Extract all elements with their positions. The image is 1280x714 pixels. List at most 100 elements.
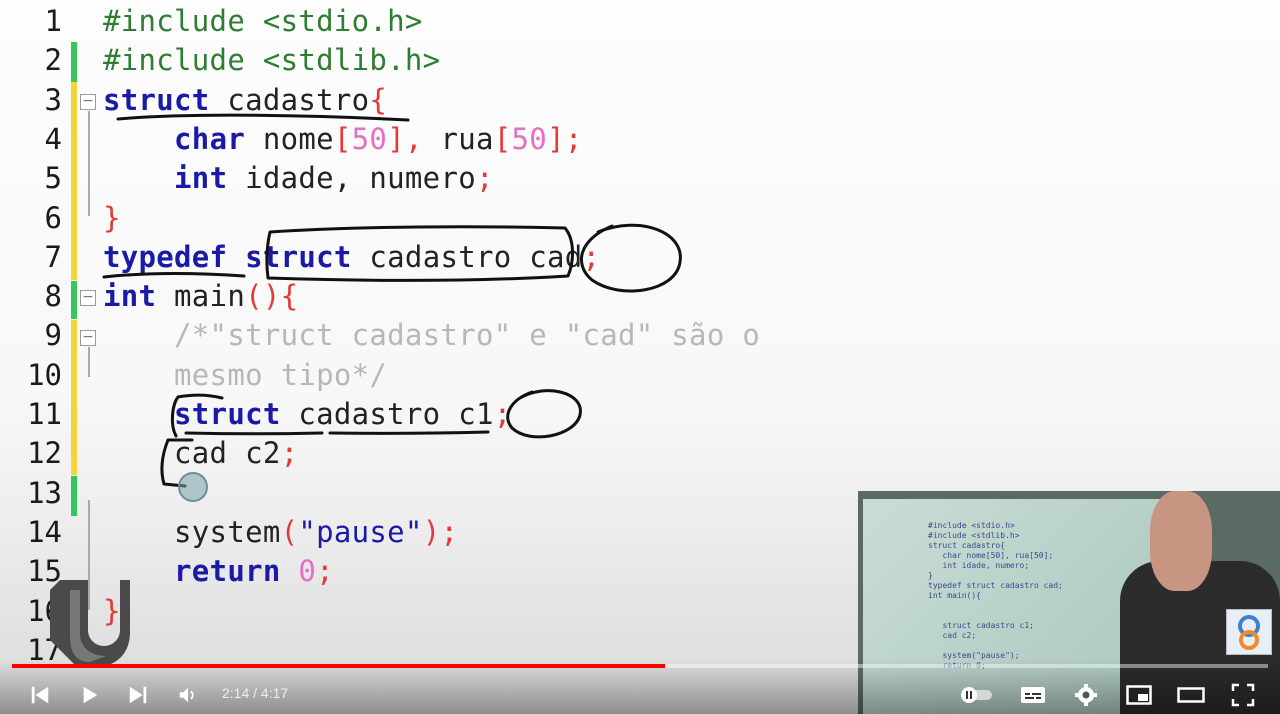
- instructor-head: [1150, 491, 1212, 591]
- changed-line-marker: [71, 320, 77, 475]
- code-token: {: [369, 82, 388, 117]
- code-token: int: [103, 279, 157, 314]
- code-token: ;: [316, 554, 334, 589]
- code-line: #include <stdlib.h>: [103, 43, 440, 77]
- previous-icon: [31, 686, 49, 704]
- code-line: }: [103, 201, 121, 235]
- code-token: main: [156, 279, 246, 314]
- changed-line-marker: [71, 82, 77, 280]
- code-token: ;: [493, 397, 512, 431]
- code-token: "pause": [298, 514, 423, 549]
- next-icon: [129, 686, 147, 704]
- code-token: typedef: [103, 239, 228, 274]
- code-token: );: [422, 514, 459, 549]
- code-line: struct cadastro{: [103, 83, 387, 117]
- subtitles-button[interactable]: [1018, 680, 1048, 710]
- underline-struct: [184, 431, 324, 436]
- previous-button[interactable]: [26, 680, 54, 710]
- progress-bar[interactable]: [12, 664, 1268, 668]
- line-number: 9: [44, 318, 62, 353]
- video-player[interactable]: 1 2 3 4 5 6 7 8 9 10 11 12 13 14 15 16 17 #include <stdi…: [0, 0, 1280, 714]
- code-token: struct: [245, 239, 352, 274]
- line-number: 2: [44, 43, 62, 78]
- code-token: #include <stdio.h>: [103, 4, 423, 38]
- code-token: [: [493, 121, 512, 156]
- underline-typedef: [102, 272, 246, 279]
- code-token: return: [174, 554, 281, 589]
- line-number: 8: [44, 279, 62, 314]
- changed-line-marker: [71, 281, 77, 319]
- board-code: #include <stdio.h> #include <stdlib.h> s…: [928, 521, 1063, 670]
- line-number: 3: [44, 82, 62, 117]
- volume-button[interactable]: [174, 680, 202, 710]
- code-line: typedef struct cadastro cad;: [103, 240, 600, 274]
- line-number: 6: [44, 200, 62, 235]
- code-token: #include <stdlib.h>: [103, 43, 441, 78]
- time-display: 2:14 / 4:17: [222, 685, 289, 701]
- code-token: ],: [387, 121, 441, 156]
- line-number: 1: [44, 4, 62, 38]
- code-token: ;: [280, 436, 299, 471]
- code-token: (: [280, 514, 299, 549]
- code-token: 50: [511, 121, 548, 156]
- university-logo: [50, 580, 130, 668]
- settings-button[interactable]: [1072, 680, 1100, 710]
- code-line: int main(){: [103, 279, 298, 313]
- next-button[interactable]: [124, 680, 152, 710]
- line-number: 4: [44, 121, 62, 156]
- code-token: cadastro cad: [351, 239, 583, 274]
- code-token: 0: [298, 554, 317, 589]
- changed-line-marker: [71, 42, 77, 82]
- line-number: 12: [27, 436, 62, 471]
- code-line: struct cadastro c1;: [103, 397, 512, 431]
- subtitles-icon: [1021, 687, 1045, 703]
- theater-icon: [1177, 687, 1205, 703]
- code-token: ;: [475, 161, 494, 196]
- code-token: cadastro c1: [280, 397, 494, 431]
- code-line: int idade, numero;: [103, 161, 494, 195]
- code-token: mesmo tipo*/: [103, 357, 388, 392]
- line-number: 7: [44, 239, 62, 274]
- play-button[interactable]: [76, 680, 104, 710]
- code-token: 50: [351, 121, 388, 156]
- autoplay-toggle[interactable]: [956, 680, 996, 710]
- underline-cadastro: [328, 430, 490, 435]
- line-number: 13: [27, 475, 62, 510]
- code-token: ];: [547, 121, 583, 156]
- fold-guide: [88, 347, 90, 377]
- code-token: int: [174, 161, 228, 196]
- code-token: char: [174, 121, 246, 156]
- progress-played: [12, 664, 666, 668]
- play-icon: [83, 686, 98, 704]
- code-token: idade, numero: [227, 161, 476, 196]
- theater-mode-button[interactable]: [1176, 680, 1206, 710]
- code-token: }: [103, 200, 121, 235]
- fold-toggle-icon: −: [80, 94, 96, 110]
- volume-icon: [179, 687, 194, 703]
- miniplayer-button[interactable]: [1124, 680, 1154, 710]
- code-token: struct: [103, 82, 210, 117]
- miniplayer-icon: [1126, 685, 1152, 705]
- cursor-highlight: [178, 472, 208, 502]
- fullscreen-icon: [1231, 683, 1255, 707]
- code-line: #include <stdio.h>: [103, 4, 423, 38]
- circle-c1: [506, 389, 582, 439]
- channel-watermark-icon: [1226, 609, 1272, 655]
- code-token: nome: [245, 121, 334, 156]
- fullscreen-button[interactable]: [1228, 680, 1258, 710]
- code-token: (){: [245, 279, 299, 314]
- settings-icon: [1075, 684, 1097, 706]
- code-token: cad c2: [103, 436, 281, 471]
- autoplay-toggle-icon: [961, 687, 992, 703]
- code-token: system: [103, 514, 281, 549]
- line-number: 14: [27, 514, 62, 549]
- line-number: 5: [44, 161, 62, 196]
- code-token: /*"struct cadastro" e "cad" são o: [103, 318, 761, 353]
- code-line: char nome[50], rua[50];: [103, 122, 583, 156]
- line-number: 11: [27, 397, 62, 431]
- code-token: ;: [582, 239, 601, 274]
